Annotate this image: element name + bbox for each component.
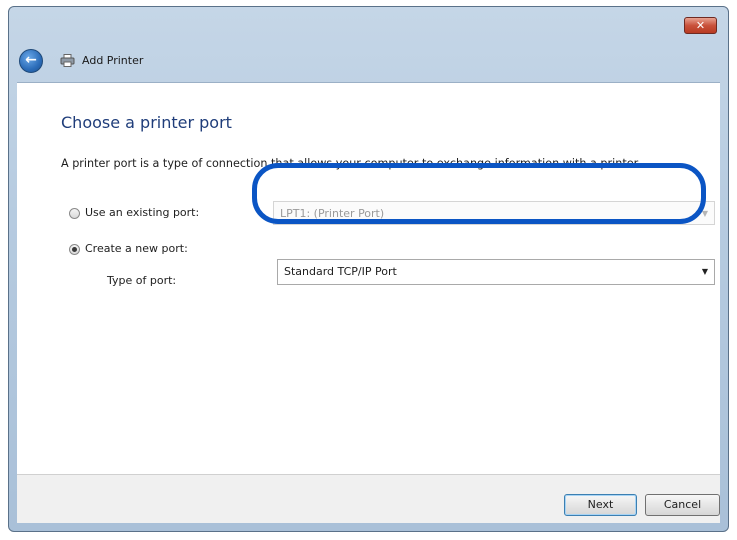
page-title: Choose a printer port	[61, 113, 232, 132]
next-button[interactable]: Next	[564, 494, 637, 516]
wizard-footer: Next Cancel	[17, 474, 720, 523]
add-printer-window: ✕ ← Add Printer Choose a printer port A …	[8, 6, 729, 532]
back-arrow-icon: ←	[25, 52, 37, 68]
wizard-content: Choose a printer port A printer port is …	[17, 82, 720, 475]
printer-icon	[60, 54, 75, 67]
port-type-select[interactable]: Standard TCP/IP Port ▼	[277, 259, 715, 285]
new-port-label[interactable]: Create a new port:	[85, 242, 188, 255]
cancel-button[interactable]: Cancel	[645, 494, 720, 516]
close-icon: ✕	[695, 19, 706, 32]
new-port-radio[interactable]	[69, 244, 80, 255]
window-title: Add Printer	[82, 54, 144, 67]
chevron-down-icon: ▼	[701, 267, 708, 276]
port-type-value: Standard TCP/IP Port	[284, 265, 397, 278]
back-button[interactable]: ←	[19, 49, 43, 73]
existing-port-label[interactable]: Use an existing port:	[85, 206, 199, 219]
existing-port-radio[interactable]	[69, 208, 80, 219]
close-button[interactable]: ✕	[684, 17, 717, 34]
title-bar: ✕ ← Add Printer	[9, 7, 728, 82]
highlight-annotation	[252, 163, 706, 224]
port-type-label: Type of port:	[107, 274, 177, 287]
